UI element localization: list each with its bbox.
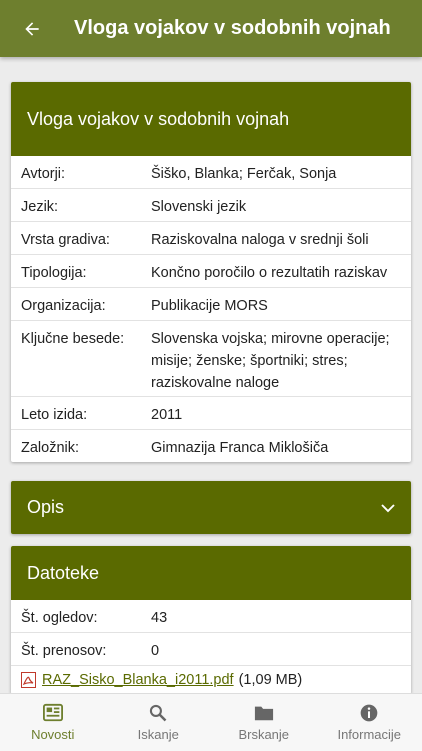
nav-item-informacije[interactable]: Informacije (317, 694, 422, 751)
detail-label: Tipologija: (11, 255, 151, 287)
detail-row-keywords: Ključne besede: Slovenska vojska; mirovn… (11, 321, 411, 397)
opis-header[interactable]: Opis (11, 481, 411, 534)
details-card: Vloga vojakov v sodobnih vojnah Avtorji:… (11, 82, 411, 462)
stat-label: Št. prenosov: (11, 633, 151, 665)
stat-row-views: Št. ogledov: 43 (11, 600, 411, 633)
detail-value: Končno poročilo o rezultatih raziskav (151, 255, 411, 287)
nav-label: Brskanje (238, 727, 289, 742)
detail-label: Vrsta gradiva: (11, 222, 151, 254)
file-size: (1,09 MB) (239, 672, 303, 688)
content-area[interactable]: Vloga vojakov v sodobnih vojnah Avtorji:… (0, 57, 422, 693)
opis-title: Opis (27, 497, 64, 518)
chevron-down-icon (379, 499, 397, 517)
detail-value: Slovenska vojska; mirovne operacije; mis… (151, 321, 411, 396)
detail-value: Publikacije MORS (151, 288, 411, 320)
detail-row-typology: Tipologija: Končno poročilo o rezultatih… (11, 255, 411, 288)
details-card-header: Vloga vojakov v sodobnih vojnah (11, 82, 411, 156)
detail-label: Leto izida: (11, 397, 151, 429)
detail-label: Ključne besede: (11, 321, 151, 396)
detail-value: Slovenski jezik (151, 189, 411, 221)
page-title: Vloga vojakov v sodobnih vojnah (64, 17, 391, 40)
info-icon (359, 703, 379, 723)
detail-row-authors: Avtorji: Šiško, Blanka; Ferčak, Sonja (11, 156, 411, 189)
detail-row-year: Leto izida: 2011 (11, 397, 411, 430)
detail-value: Raziskovalna naloga v srednji šoli (151, 222, 411, 254)
search-icon (148, 703, 168, 723)
file-row: RAZ_Sisko_Blanka_i2011.pdf (1,09 MB) (11, 666, 411, 693)
datoteke-header: Datoteke (11, 546, 411, 600)
detail-label: Jezik: (11, 189, 151, 221)
detail-row-language: Jezik: Slovenski jezik (11, 189, 411, 222)
details-title: Vloga vojakov v sodobnih vojnah (27, 109, 289, 130)
nav-item-brskanje[interactable]: Brskanje (211, 694, 317, 751)
nav-label: Iskanje (138, 727, 179, 742)
nav-item-novosti[interactable]: Novosti (0, 694, 106, 751)
nav-label: Informacije (337, 727, 401, 742)
arrow-left-icon (22, 19, 42, 39)
detail-value: Gimnazija Franca Miklošiča (151, 430, 411, 462)
nav-item-iskanje[interactable]: Iskanje (106, 694, 212, 751)
details-table: Avtorji: Šiško, Blanka; Ferčak, Sonja Je… (11, 156, 411, 462)
detail-label: Založnik: (11, 430, 151, 462)
stat-value: 0 (151, 633, 411, 665)
news-icon (42, 703, 64, 723)
bottom-navigation: Novosti Iskanje Brskanje Informacije (0, 693, 422, 751)
app-bar: Vloga vojakov v sodobnih vojnah (0, 0, 422, 57)
detail-row-material-type: Vrsta gradiva: Raziskovalna naloga v sre… (11, 222, 411, 255)
datoteke-title: Datoteke (27, 563, 99, 584)
nav-label: Novosti (31, 727, 74, 742)
detail-value: 2011 (151, 397, 411, 429)
stat-value: 43 (151, 600, 411, 632)
detail-value: Šiško, Blanka; Ferčak, Sonja (151, 156, 411, 188)
detail-row-publisher: Založnik: Gimnazija Franca Miklošiča (11, 430, 411, 462)
back-button[interactable] (0, 0, 64, 57)
opis-card[interactable]: Opis (11, 481, 411, 534)
stat-row-downloads: Št. prenosov: 0 (11, 633, 411, 666)
datoteke-card: Datoteke Št. ogledov: 43 Št. prenosov: 0… (11, 546, 411, 693)
stat-label: Št. ogledov: (11, 600, 151, 632)
detail-label: Avtorji: (11, 156, 151, 188)
folder-icon (253, 703, 275, 723)
detail-label: Organizacija: (11, 288, 151, 320)
pdf-icon (21, 672, 36, 688)
detail-row-organization: Organizacija: Publikacije MORS (11, 288, 411, 321)
file-link[interactable]: RAZ_Sisko_Blanka_i2011.pdf (42, 672, 234, 688)
